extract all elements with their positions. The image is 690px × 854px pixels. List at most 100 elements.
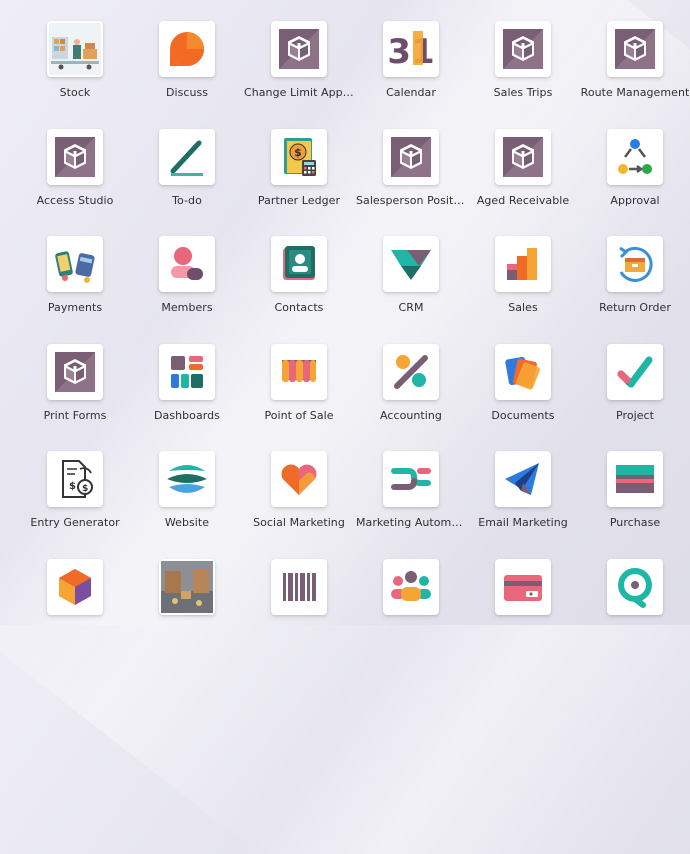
app-change-limit-appr[interactable]: Change Limit Appr... [243,21,355,121]
app-label: Access Studio [36,193,114,207]
location-icon [607,558,663,615]
app-label: Partner Ledger [257,193,341,207]
inventory-cube-icon [47,558,103,615]
box-icon [607,21,663,77]
app-label: Stock [59,86,91,99]
app-label: Accounting [380,408,442,422]
app-point-of-sale[interactable]: Point of Sale [243,343,355,444]
app-salesperson-positi[interactable]: Salesperson Positi... [355,128,467,229]
app-label: Social Marketing [253,516,345,529]
purchase-icon [607,451,663,507]
svg-text:$: $ [294,146,302,159]
app-unlabeled-30[interactable] [19,558,131,659]
app-return-order[interactable]: Return Order [579,236,690,336]
app-aged-receivable[interactable]: Aged Receivable [467,128,579,229]
members-icon [159,236,215,292]
contacts-icon [271,236,327,292]
app-crm[interactable]: CRM [355,236,467,336]
app-label: Contacts [274,301,324,314]
app-partner-ledger[interactable]: $ Partner Ledger [243,128,355,229]
app-label: Route Management [580,86,690,99]
app-label: Discuss [165,86,209,99]
approval-icon [607,128,663,185]
employees-icon [383,558,439,615]
app-label: Return Order [599,301,671,314]
app-accounting[interactable]: Accounting [355,343,467,444]
website-icon [159,451,215,507]
app-entry-generator[interactable]: $ $ Entry Generator [19,451,131,551]
discuss-icon [159,21,215,77]
box-icon [495,128,551,185]
app-discuss[interactable]: Discuss [131,21,243,121]
app-calendar[interactable]: 31 31 Calendar [355,21,467,121]
calendar-icon: 31 31 [383,21,439,77]
app-documents[interactable]: Documents [467,343,579,444]
app-sales-trips[interactable]: Sales Trips [467,21,579,121]
calendar-day-text: 31 [387,32,434,72]
app-label: Approval [610,193,660,207]
app-social-marketing[interactable]: Social Marketing [243,451,355,551]
app-unlabeled-33[interactable] [355,558,467,659]
app-unlabeled-31[interactable] [131,558,243,659]
app-unlabeled-32[interactable] [243,558,355,659]
app-to-do[interactable]: To-do [131,128,243,229]
app-stock[interactable]: Stock [19,21,131,121]
app-label: Project [616,408,654,422]
app-label: Sales Trips [493,86,553,99]
app-sales[interactable]: Sales [467,236,579,336]
app-website[interactable]: Website [131,451,243,551]
app-contacts[interactable]: Contacts [243,236,355,336]
app-label: Documents [491,408,555,422]
app-label: To-do [172,193,202,207]
marketing-automation-icon [383,451,439,507]
app-email-marketing[interactable]: Email Marketing [467,451,579,551]
app-members[interactable]: Members [131,236,243,336]
app-label: Salesperson Positi... [356,193,466,207]
app-label: Marketing Automa... [356,516,466,529]
return-order-icon [607,236,663,292]
entry-generator-icon: $ $ [47,451,103,507]
app-unlabeled-34[interactable] [467,558,579,659]
app-label: Aged Receivable [476,193,570,207]
app-marketing-automa[interactable]: Marketing Automa... [355,451,467,551]
dashboards-icon [159,343,215,400]
app-label: Website [164,516,210,529]
app-project[interactable]: Project [579,343,690,444]
app-print-forms[interactable]: Print Forms [19,343,131,444]
app-label: Dashboards [154,408,220,422]
app-label: Print Forms [43,408,107,422]
app-label: Sales [508,301,538,314]
social-marketing-icon [271,451,327,507]
app-label: Payments [47,301,103,314]
app-label: Calendar [386,86,436,99]
box-icon [495,21,551,77]
card-icon [495,558,551,615]
app-approval[interactable]: Approval [579,128,690,229]
warehouse-photo-icon [159,558,215,615]
app-label: Members [161,301,213,314]
app-route-management[interactable]: Route Management [579,21,690,121]
app-payments[interactable]: Payments [19,236,131,336]
app-unlabeled-35[interactable] [579,558,690,659]
box-icon [47,343,103,400]
todo-icon [159,128,215,185]
project-icon [607,343,663,400]
app-dashboards[interactable]: Dashboards [131,343,243,444]
app-label: Email Marketing [478,516,568,529]
svg-text:$: $ [69,481,76,492]
app-purchase[interactable]: Purchase [579,451,690,551]
app-label: Change Limit Appr... [244,86,354,99]
box-icon [383,128,439,185]
box-icon [47,128,103,185]
app-label: Point of Sale [264,408,334,422]
crm-icon [383,236,439,292]
documents-icon [495,343,551,400]
app-access-studio[interactable]: Access Studio [19,128,131,229]
app-label: Entry Generator [30,516,120,529]
payments-icon [47,236,103,292]
box-icon [271,21,327,77]
accounting-icon [383,343,439,400]
svg-text:$: $ [82,484,88,494]
barcode-icon [271,558,327,615]
email-marketing-icon [495,451,551,507]
